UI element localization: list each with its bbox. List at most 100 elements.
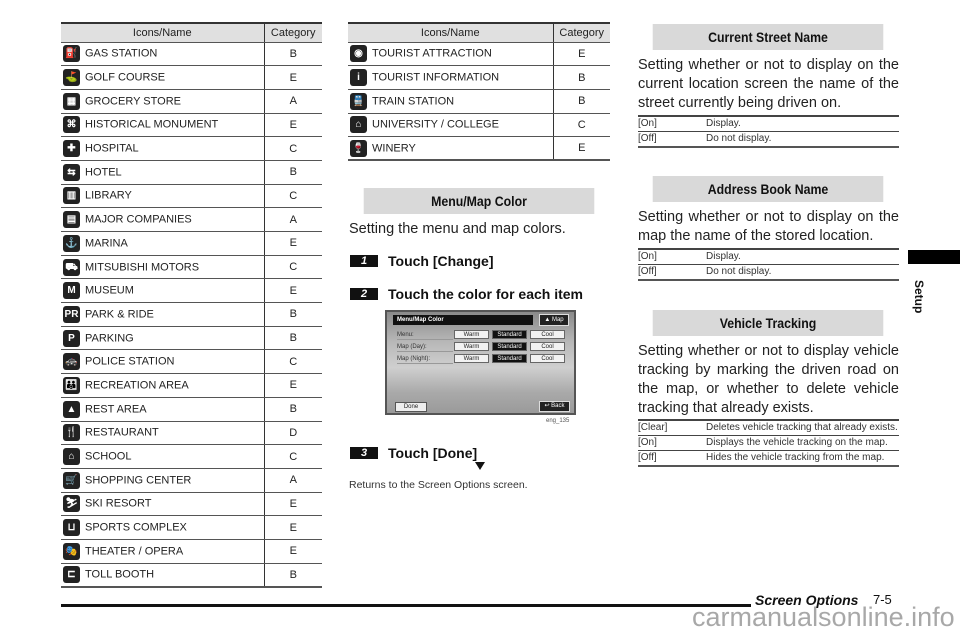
- icon-name-cell: ⛟ MITSUBISHI MOTORS: [61, 255, 265, 280]
- map-button: ▲ Map: [539, 314, 569, 326]
- poi-name: HOTEL: [85, 166, 122, 179]
- poi-name: GROCERY STORE: [85, 95, 181, 108]
- step-number-badge: 3: [350, 447, 378, 459]
- menu-standard-button: Standard: [492, 330, 527, 339]
- table-row: ⊔ SPORTS COMPLEX E: [61, 515, 322, 540]
- grocery-basket-icon: ▦: [63, 92, 80, 110]
- table-row: 🍴 RESTAURANT D: [61, 421, 322, 446]
- category-cell: B: [264, 563, 322, 588]
- table-row: ▤ MAJOR COMPANIES A: [61, 207, 322, 232]
- result-arrow-icon: [475, 462, 485, 470]
- poi-name: TOURIST ATTRACTION: [372, 47, 492, 60]
- icon-name-cell: 🚆 TRAIN STATION: [348, 89, 554, 114]
- current-street-name-description: Setting whether or not to display on the…: [638, 57, 899, 111]
- category-cell: E: [264, 231, 322, 256]
- section-heading-current-street-name: Current Street Name: [652, 24, 884, 50]
- current-street-name-options: [On] Display. [Off] Do not display.: [638, 115, 899, 148]
- info-icon: i: [350, 69, 367, 87]
- address-book-name-options: [On] Display. [Off] Do not display.: [638, 248, 899, 281]
- category-cell: E: [553, 136, 610, 162]
- icon-name-cell: ⛷ SKI RESORT: [61, 492, 265, 517]
- hospital-cross-icon: ✚: [63, 140, 80, 158]
- icon-name-cell: ⛽ GAS STATION: [61, 42, 265, 67]
- step-number-badge: 2: [350, 288, 378, 300]
- category-cell: A: [264, 468, 322, 493]
- menu-cool-button: Cool: [530, 330, 565, 339]
- poi-name: REST AREA: [85, 403, 147, 416]
- icon-category-table-left: Icons/Name Category ⛽ GAS STATION B ⛳ GOLF C…: [61, 22, 322, 588]
- table-row: PR PARK & RIDE B: [61, 302, 322, 327]
- option-key: [On]: [638, 435, 706, 451]
- category-cell: B: [553, 65, 610, 90]
- category-cell: E: [264, 278, 322, 304]
- train-icon: 🚆: [350, 92, 367, 110]
- table-row: 👪 RECREATION AREA E: [61, 373, 322, 398]
- category-cell: D: [264, 421, 322, 446]
- icon-name-cell: 🎭 THEATER / OPERA: [61, 539, 265, 564]
- option-description: Displays the vehicle tracking on the map…: [706, 435, 899, 451]
- option-key: [Off]: [638, 264, 706, 281]
- toll-booth-icon: ⊏: [63, 566, 80, 584]
- poi-name: GOLF COURSE: [85, 71, 166, 84]
- poi-name: SHOPPING CENTER: [85, 474, 192, 487]
- table-row: 🛒 SHOPPING CENTER A: [61, 468, 322, 493]
- mitsubishi-logo-icon: ⛟: [63, 258, 80, 276]
- icon-name-cell: 🍷 WINERY: [348, 136, 554, 162]
- stadium-icon: ⊔: [63, 519, 80, 537]
- option-row: [On] Display.: [638, 248, 899, 265]
- poi-name: TOLL BOOTH: [85, 568, 155, 581]
- table-row: ⚓ MARINA E: [61, 231, 322, 256]
- table-row: ◉ TOURIST ATTRACTION E: [348, 42, 610, 67]
- icon-name-cell: ▤ MAJOR COMPANIES: [61, 207, 265, 232]
- table-row: 🚓 POLICE STATION C: [61, 349, 322, 375]
- category-cell: E: [264, 515, 322, 540]
- header-category: Category: [264, 22, 322, 43]
- category-cell: C: [264, 349, 322, 375]
- table-row: ⌂ UNIVERSITY / COLLEGE C: [348, 113, 610, 138]
- icon-name-cell: ▥ LIBRARY: [61, 184, 265, 209]
- category-cell: B: [264, 397, 322, 422]
- poi-name: LIBRARY: [85, 189, 132, 202]
- poi-name: RECREATION AREA: [85, 379, 189, 392]
- table-row: ⛷ SKI RESORT E: [61, 492, 322, 517]
- category-cell: C: [553, 113, 610, 138]
- icon-name-cell: 🛒 SHOPPING CENTER: [61, 468, 265, 493]
- category-cell: E: [264, 373, 322, 398]
- vehicle-tracking-description: Setting whether or not to display vehicl…: [638, 343, 899, 416]
- table-row: i TOURIST INFORMATION B: [348, 65, 610, 90]
- icon-name-cell: 👪 RECREATION AREA: [61, 373, 265, 398]
- category-cell: E: [264, 539, 322, 564]
- option-description: Do not display.: [706, 131, 899, 148]
- table-row: ⌂ SCHOOL C: [61, 444, 322, 469]
- icon-name-cell: ⌘ HISTORICAL MONUMENT: [61, 113, 265, 138]
- option-description: Hides the vehicle tracking from the map.: [706, 450, 899, 467]
- gas-pump-icon: ⛽: [63, 45, 80, 63]
- icon-name-cell: PR PARK & RIDE: [61, 302, 265, 327]
- university-roof-icon: ⌂: [350, 116, 367, 134]
- step-text: Touch [Change]: [388, 253, 494, 269]
- table-row: ⌘ HISTORICAL MONUMENT E: [61, 113, 322, 138]
- done-button: Done: [395, 402, 427, 412]
- map-night-standard-button: Standard: [492, 354, 527, 363]
- icon-name-cell: ⌂ UNIVERSITY / COLLEGE: [348, 113, 554, 138]
- poi-name: MUSEUM: [85, 284, 134, 297]
- poi-name: MAJOR COMPANIES: [85, 213, 192, 226]
- icon-name-cell: ⊏ TOLL BOOTH: [61, 563, 265, 588]
- category-cell: C: [264, 444, 322, 469]
- fork-knife-icon: 🍴: [63, 424, 80, 442]
- step-1: 1 Touch [Change]: [350, 253, 494, 269]
- option-key: [Clear]: [638, 419, 706, 436]
- icon-name-cell: P PARKING: [61, 326, 265, 351]
- poi-name: THEATER / OPERA: [85, 545, 184, 558]
- icon-name-cell: i TOURIST INFORMATION: [348, 65, 554, 90]
- icon-table-body-left: ⛽ GAS STATION B ⛳ GOLF COURSE E ▦ GROCERY STORE…: [61, 42, 322, 588]
- screenshot-caption: eng_135: [546, 418, 570, 424]
- option-row: [Off] Hides the vehicle tracking from th…: [638, 450, 899, 467]
- option-key: [Off]: [638, 450, 706, 467]
- category-cell: B: [553, 89, 610, 114]
- section-heading-menu-map-color: Menu/Map Color: [363, 188, 595, 214]
- map-night-warm-button: Warm: [454, 354, 489, 363]
- map-day-label: Map (Day):: [397, 343, 453, 352]
- poi-name: MITSUBISHI MOTORS: [85, 261, 200, 274]
- icon-name-cell: ◉ TOURIST ATTRACTION: [348, 42, 554, 67]
